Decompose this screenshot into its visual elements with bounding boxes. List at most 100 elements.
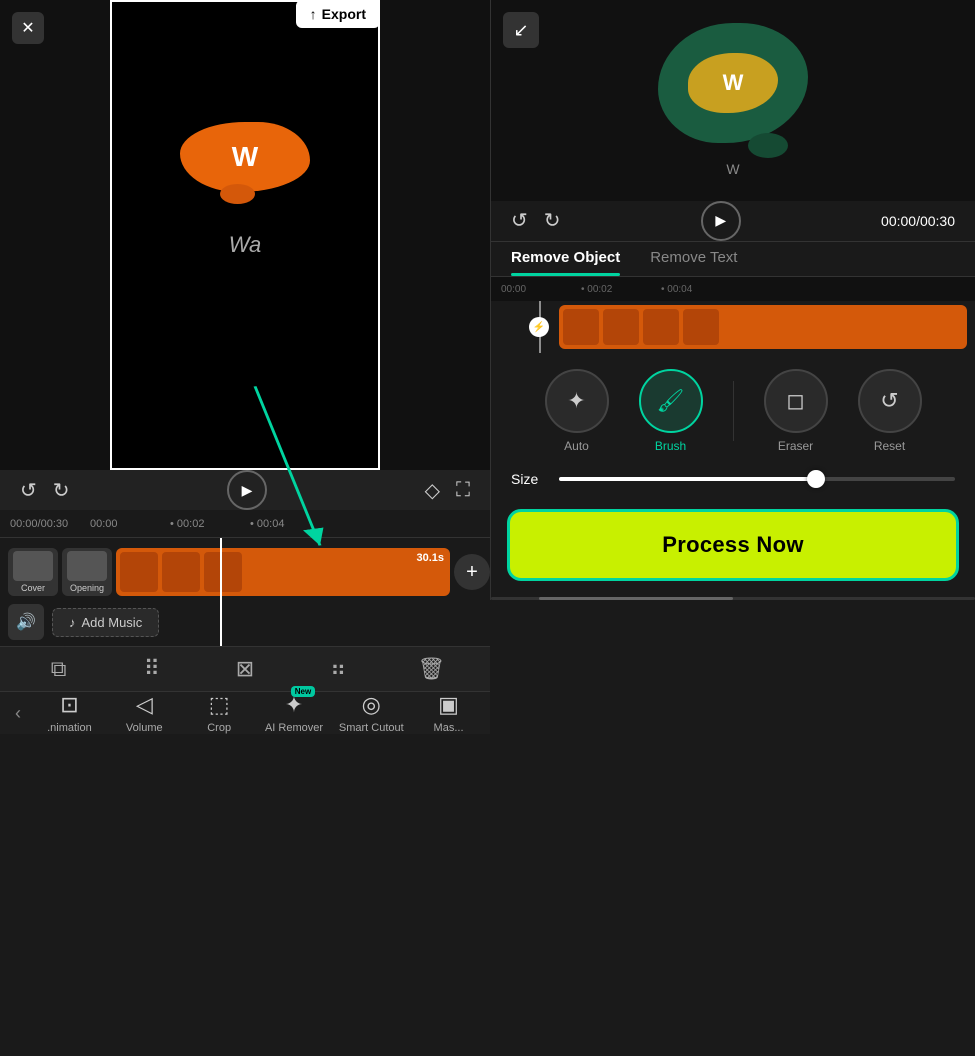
trash-tool-button[interactable]: 🗑 (409, 647, 453, 691)
remove-tools: ✦ Auto 🖌 Brush ◻ Eraser ↺ (491, 353, 975, 461)
tab-remove-object[interactable]: Remove Object (511, 249, 620, 276)
eraser-tool-item: ◻ Eraser (764, 369, 828, 453)
reset-label: Reset (874, 439, 905, 453)
reset-tool-button[interactable]: ↺ (858, 369, 922, 433)
audio-icon: 🔊 (8, 604, 44, 640)
eraser-tool-button[interactable]: ◻ (764, 369, 828, 433)
animation-label: .nimation (47, 722, 92, 734)
right-video-area: ↙ W W (491, 0, 975, 201)
undo-button[interactable]: ↺ (20, 478, 37, 503)
right-play-button[interactable]: ▶ (701, 201, 741, 241)
brush-tool-item: 🖌 Brush (639, 369, 703, 453)
grid-tool-button[interactable]: ⠿ (130, 647, 174, 691)
ai-remover-label: AI Remover (265, 722, 323, 734)
close-icon: ✕ (21, 18, 34, 38)
back-button[interactable]: ↙ (503, 12, 539, 48)
export-label: Export (322, 6, 366, 22)
clip-mini-2 (162, 552, 200, 592)
track-thumb-opening: Opening (62, 548, 112, 596)
export-button[interactable]: ↑ Export (296, 0, 380, 28)
fullscreen-button[interactable]: ⛶ (456, 479, 470, 502)
right-redo-button[interactable]: ↻ (544, 208, 561, 233)
close-button[interactable]: ✕ (12, 12, 44, 44)
auto-tool-button[interactable]: ✦ (545, 369, 609, 433)
nav-item-ai-remover[interactable]: ✦ New AI Remover (264, 692, 324, 734)
diamond-button[interactable]: ◇ (425, 478, 440, 503)
slider-thumb[interactable] (807, 470, 825, 488)
thumb-label-2: Opening (70, 583, 104, 593)
w-text-below: W (726, 161, 739, 177)
mask-label: Mas... (434, 722, 464, 734)
left-controls: ↺ ↻ ▶ ◇ ⛶ (0, 470, 490, 510)
eraser-label: Eraser (778, 439, 813, 453)
nav-item-smart-cutout[interactable]: ◎ Smart Cutout (339, 692, 404, 734)
green-blob: W (658, 23, 808, 143)
brush-tool-button[interactable]: 🖌 (639, 369, 703, 433)
auto-label: Auto (564, 439, 589, 453)
right-track: ⚡ (491, 301, 975, 353)
smart-cutout-icon: ◎ (362, 692, 381, 718)
size-slider[interactable] (559, 477, 955, 481)
time-marker-1: 00:00 (90, 518, 170, 530)
track-clip-main[interactable]: 30.1s (116, 548, 450, 596)
right-panel: ↙ W W ↺ ↻ ▶ 00:00/00:30 Remove Object (490, 0, 975, 600)
right-clip[interactable] (559, 305, 967, 349)
copy-tool-button[interactable]: ⧉ (37, 647, 81, 691)
volume-icon: ◁ (136, 692, 153, 718)
split-tool-button[interactable]: ⊠ (223, 647, 267, 691)
add-clip-button[interactable]: + (454, 554, 490, 590)
auto-tool-item: ✦ Auto (545, 369, 609, 453)
grid2-tool-button[interactable]: ⠶ (316, 647, 360, 691)
right-clip-mini-2 (603, 309, 639, 345)
brush-label: Brush (655, 439, 686, 453)
right-playhead: ⚡ (529, 317, 549, 337)
nav-chevron[interactable]: ‹ (4, 703, 32, 724)
nav-item-animation[interactable]: ⊡ .nimation (39, 692, 99, 734)
tool-divider (733, 381, 734, 441)
green-logo-area: W W (658, 23, 808, 177)
right-time-marker-2: • 00:04 (661, 284, 741, 295)
timeline-ruler: 00:00/00:30 00:00 • 00:02 • 00:04 (0, 510, 490, 538)
tab-remove-text[interactable]: Remove Text (650, 249, 737, 276)
bottom-scrollbar[interactable] (491, 597, 975, 600)
reset-tool-item: ↺ Reset (858, 369, 922, 453)
right-tabs: Remove Object Remove Text (491, 242, 975, 277)
crop-label: Crop (207, 722, 231, 734)
time-display: 00:00/00:30 (881, 213, 955, 229)
right-logo-letter: W (723, 70, 744, 96)
logo-letter: W (232, 141, 258, 173)
clip-mini-3 (204, 552, 242, 592)
green-inner-blob: W (688, 53, 778, 113)
left-toolbar: ⧉ ⠿ ⊠ ⠶ 🗑 (0, 646, 490, 691)
size-label: Size (511, 471, 547, 487)
play-button[interactable]: ▶ (227, 470, 267, 510)
playhead (220, 538, 222, 646)
crop-icon: ⬚ (209, 692, 230, 718)
clip-mini-1 (120, 552, 158, 592)
right-clip-mini-4 (683, 309, 719, 345)
scroll-thumb (539, 597, 733, 600)
add-music-button[interactable]: ♪ Add Music (52, 608, 159, 637)
track-row-main: Cover Opening 30.1s + (0, 544, 490, 600)
thumb-image-2 (67, 551, 107, 581)
smart-cutout-label: Smart Cutout (339, 722, 404, 734)
reset-icon: ↺ (880, 388, 898, 414)
nav-item-volume[interactable]: ◁ Volume (114, 692, 174, 734)
redo-button[interactable]: ↻ (53, 478, 70, 503)
time-marker-3: • 00:04 (250, 518, 330, 530)
time-marker-0: 00:00/00:30 (10, 518, 90, 530)
mask-icon: ▣ (438, 692, 459, 718)
right-time-marker-1: • 00:02 (581, 284, 661, 295)
right-undo-button[interactable]: ↺ (511, 208, 528, 233)
right-timeline: 00:00 • 00:02 • 00:04 ⚡ (491, 277, 975, 353)
process-now-button[interactable]: Process Now (507, 509, 959, 581)
process-now-label: Process Now (662, 532, 803, 558)
left-timeline: 00:00/00:30 00:00 • 00:02 • 00:04 Cover … (0, 510, 490, 646)
nav-item-crop[interactable]: ⬚ Crop (189, 692, 249, 734)
nav-items: ⊡ .nimation ◁ Volume ⬚ Crop ✦ New AI Rem (32, 692, 486, 734)
brush-icon: 🖌 (657, 388, 685, 414)
right-controls: ↺ ↻ ▶ 00:00/00:30 (491, 201, 975, 243)
new-badge: New (291, 686, 315, 697)
clip-duration: 30.1s (416, 552, 444, 564)
nav-item-mask[interactable]: ▣ Mas... (419, 692, 479, 734)
